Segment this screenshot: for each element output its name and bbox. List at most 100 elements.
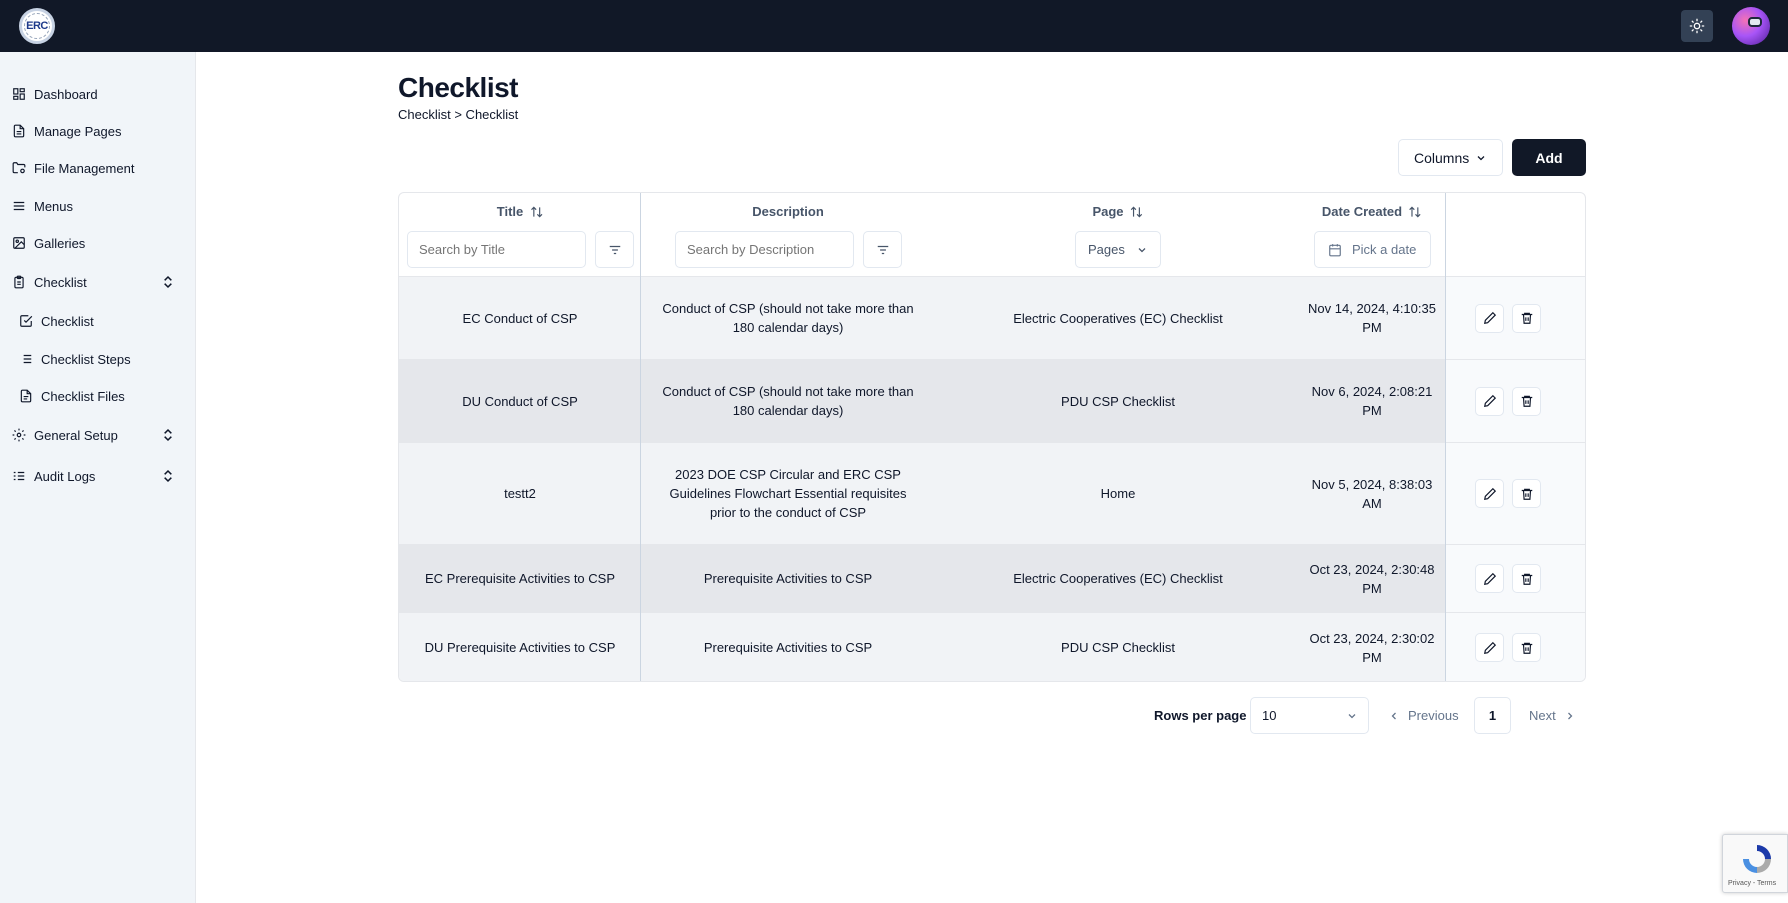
row-actions [1445, 613, 1585, 681]
edit-button[interactable] [1475, 633, 1504, 662]
date-picker-placeholder: Pick a date [1352, 242, 1417, 257]
column-header-page[interactable]: Page [1092, 204, 1143, 219]
edit-button[interactable] [1475, 386, 1504, 416]
dashboard-icon [12, 87, 26, 101]
cell-title: testt2 [504, 486, 536, 501]
sort-icon[interactable] [529, 205, 543, 219]
sidebar-item-menus[interactable]: Menus [0, 191, 196, 221]
search-description-input[interactable] [675, 231, 854, 268]
sun-icon [1689, 18, 1705, 34]
row-actions [1445, 545, 1585, 612]
file-icon [19, 389, 33, 403]
table-row: EC Conduct of CSP Conduct of CSP (should … [399, 277, 1585, 360]
row-actions [1445, 443, 1585, 544]
delete-button[interactable] [1512, 303, 1541, 333]
column-header-label: Date Created [1321, 204, 1403, 219]
column-header-label: Description [752, 204, 824, 219]
delete-button[interactable] [1512, 386, 1541, 416]
sidebar-item-general-setup[interactable]: General Setup [0, 420, 196, 450]
rows-per-page-value: 10 [1262, 708, 1277, 723]
previous-label: Previous [1408, 708, 1459, 723]
column-header-title[interactable]: Title [497, 204, 544, 219]
edit-button[interactable] [1475, 479, 1504, 508]
cell-date: Nov 14, 2024, 4:10:35 PM [1308, 301, 1436, 335]
search-title-input[interactable] [407, 231, 586, 268]
sidebar-item-dashboard[interactable]: Dashboard [0, 79, 196, 109]
calendar-icon [1329, 244, 1341, 257]
sidebar-item-checklist-group[interactable]: Checklist [0, 267, 196, 297]
chevron-down-icon [1138, 248, 1146, 253]
cell-page: Electric Cooperatives (EC) Checklist [1013, 571, 1223, 586]
rows-per-page-select[interactable]: 10 [1250, 697, 1369, 734]
sidebar-item-checklist-files[interactable]: Checklist Files [0, 381, 196, 411]
cell-page: PDU CSP Checklist [1061, 640, 1175, 655]
pencil-icon [1483, 394, 1496, 407]
column-header-description: Description [752, 204, 824, 219]
breadcrumb[interactable]: Checklist > Checklist [398, 107, 518, 122]
cell-date: Nov 5, 2024, 8:38:03 AM [1311, 476, 1433, 511]
date-picker-button[interactable]: Pick a date [1314, 231, 1431, 268]
sidebar-item-label: Audit Logs [34, 468, 96, 484]
chevrons-up-down-icon[interactable] [162, 469, 174, 483]
edit-button[interactable] [1475, 303, 1504, 333]
table-header: Title Description Page Date Created Page… [399, 193, 1585, 277]
chevron-right-icon [1567, 712, 1573, 719]
cell-description: Prerequisite Activities to CSP [703, 640, 873, 655]
recaptcha-icon [1743, 845, 1771, 873]
pencil-icon [1483, 572, 1496, 585]
sort-icon[interactable] [1408, 205, 1422, 219]
column-divider [640, 193, 641, 681]
trash-icon [1521, 573, 1532, 585]
delete-button[interactable] [1512, 479, 1541, 508]
pencil-icon [1483, 311, 1496, 324]
sidebar-item-label: Checklist [34, 274, 87, 290]
chevrons-up-down-icon[interactable] [162, 428, 174, 442]
column-header-label: Page [1092, 204, 1124, 219]
next-label: Next [1529, 708, 1556, 723]
sidebar-item-label: Manage Pages [34, 123, 122, 139]
cell-date: Oct 23, 2024, 2:30:48 PM [1309, 561, 1435, 596]
columns-button[interactable]: Columns [1398, 139, 1503, 176]
cell-description: Conduct of CSP (should not take more tha… [662, 384, 914, 418]
sidebar-item-manage-pages[interactable]: Manage Pages [0, 116, 196, 146]
cell-date: Nov 6, 2024, 2:08:21 PM [1311, 384, 1433, 418]
sidebar-item-checklist[interactable]: Checklist [0, 306, 196, 336]
previous-page-button[interactable]: Previous [1388, 708, 1459, 723]
add-button[interactable]: Add [1512, 139, 1586, 176]
cell-description: Conduct of CSP (should not take more tha… [662, 301, 914, 335]
cell-page: Electric Cooperatives (EC) Checklist [1013, 310, 1223, 326]
next-page-button[interactable]: Next [1529, 708, 1576, 723]
erc-logo[interactable]: ERC [19, 8, 55, 44]
row-actions [1445, 360, 1585, 442]
delete-button[interactable] [1512, 633, 1541, 662]
theme-toggle-button[interactable] [1681, 10, 1713, 42]
column-header-date-created[interactable]: Date Created [1322, 204, 1422, 219]
page-number-button[interactable]: 1 [1474, 697, 1511, 734]
chevrons-up-down-icon[interactable] [162, 275, 174, 289]
edit-button[interactable] [1475, 564, 1504, 593]
trash-icon [1521, 395, 1532, 407]
delete-button[interactable] [1512, 564, 1541, 593]
folder-cog-icon [12, 161, 26, 175]
recaptcha-terms[interactable]: Privacy - Terms [1728, 880, 1776, 887]
sidebar-item-checklist-steps[interactable]: Checklist Steps [0, 344, 196, 374]
sidebar-item-label: Galleries [34, 235, 86, 251]
description-filter-button[interactable] [863, 231, 902, 268]
avatar-goggles [1748, 17, 1762, 27]
table-row: DU Conduct of CSP Conduct of CSP (should … [399, 360, 1585, 443]
cell-page: Home [1100, 486, 1136, 501]
pages-select[interactable]: Pages [1075, 231, 1161, 268]
sort-icon[interactable] [1130, 205, 1144, 219]
user-avatar[interactable] [1732, 7, 1770, 45]
pages-select-label: Pages [1088, 242, 1125, 257]
recaptcha-badge[interactable]: Privacy - Terms [1722, 834, 1788, 893]
sidebar-item-label: Dashboard [34, 86, 98, 102]
cell-page: PDU CSP Checklist [1061, 393, 1175, 409]
sidebar-item-galleries[interactable]: Galleries [0, 228, 196, 258]
filter-icon [609, 245, 620, 254]
sidebar-item-file-management[interactable]: File Management [0, 153, 196, 183]
rows-per-page-label: Rows per page [1154, 708, 1247, 723]
sidebar-item-label: Menus [34, 198, 74, 214]
title-filter-button[interactable] [595, 231, 634, 268]
sidebar-item-audit-logs[interactable]: Audit Logs [0, 461, 196, 491]
